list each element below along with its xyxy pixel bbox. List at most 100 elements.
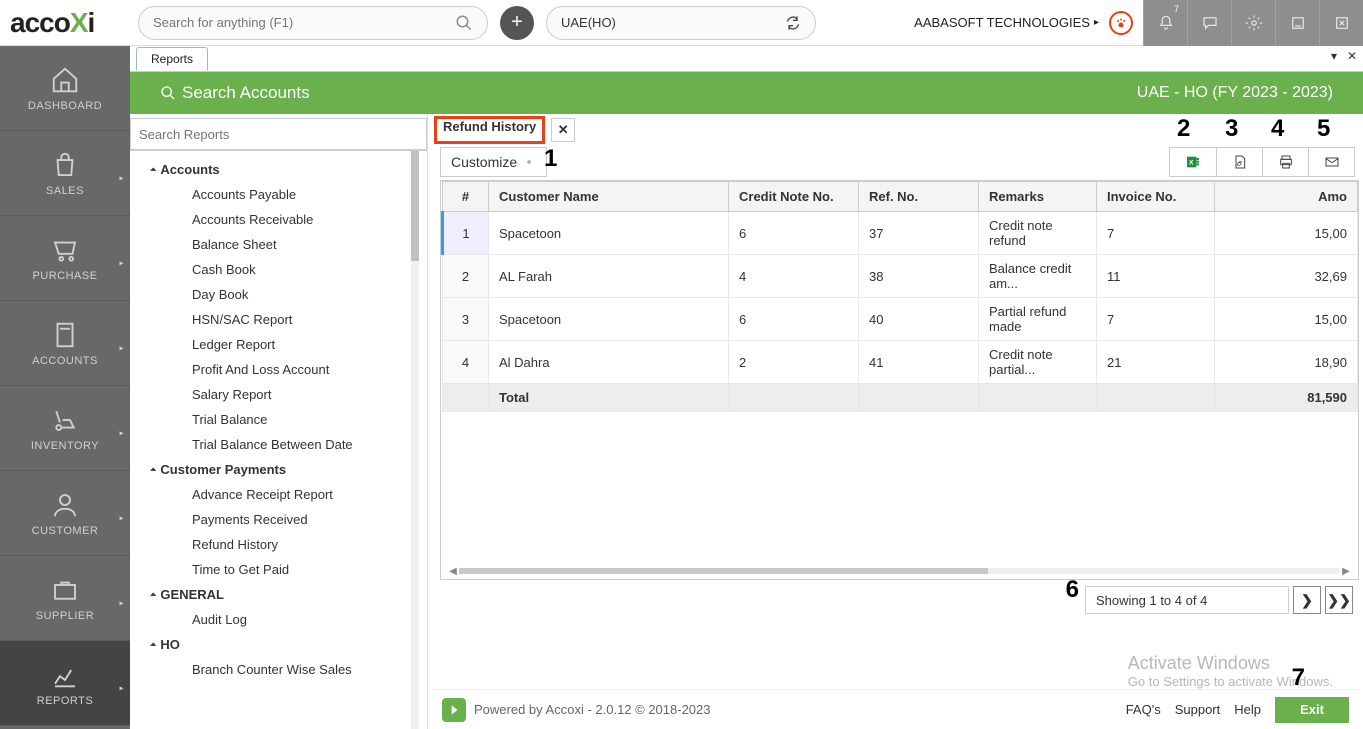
report-search[interactable] xyxy=(130,118,427,150)
tree-leaf[interactable]: Payments Received xyxy=(136,507,415,532)
faq-link[interactable]: FAQ's xyxy=(1126,702,1161,717)
dolly-icon xyxy=(50,405,80,435)
chevron-right-icon: ▸ xyxy=(119,684,124,693)
sidebar-item-customer[interactable]: CUSTOMER▸ xyxy=(0,471,130,556)
pager-last[interactable]: ❯❯ xyxy=(1325,586,1353,614)
tree-leaf[interactable]: Ledger Report xyxy=(136,332,415,357)
tree-leaf[interactable]: HSN/SAC Report xyxy=(136,307,415,332)
col-creditnote[interactable]: Credit Note No. xyxy=(729,182,859,212)
tree-leaf[interactable]: Audit Log xyxy=(136,607,415,632)
tab-menu-caret[interactable]: ▾ xyxy=(1327,49,1341,63)
home-icon xyxy=(50,65,80,95)
sidebar-item-sales[interactable]: SALES▸ xyxy=(0,131,130,216)
report-search-input[interactable] xyxy=(139,127,418,142)
tree-leaf[interactable]: Accounts Receivable xyxy=(136,207,415,232)
chevron-right-icon: ▸ xyxy=(119,429,124,438)
tree-group-ho[interactable]: HO xyxy=(136,632,415,657)
col-remarks[interactable]: Remarks xyxy=(979,182,1097,212)
add-button[interactable]: + xyxy=(500,6,534,40)
scrollbar-thumb[interactable] xyxy=(411,151,419,261)
gear-icon xyxy=(1245,14,1263,32)
support-link[interactable]: Support xyxy=(1175,702,1221,717)
sidebar-item-reports[interactable]: REPORTS▸ xyxy=(0,641,130,726)
chat-button[interactable] xyxy=(1187,0,1231,46)
sidebar-item-purchase[interactable]: PURCHASE▸ xyxy=(0,216,130,301)
tree-group-accounts[interactable]: Accounts xyxy=(136,157,415,182)
table-row[interactable]: 4Al Dahra241Credit note partial...2118,9… xyxy=(443,341,1358,384)
col-customer[interactable]: Customer Name xyxy=(489,182,729,212)
report-tab-refund-history[interactable]: Refund History xyxy=(434,116,545,144)
fiscal-year-label: UAE - HO (FY 2023 - 2023) xyxy=(1137,84,1333,102)
tree-leaf[interactable]: Trial Balance Between Date xyxy=(136,432,415,457)
main-sidebar: DASHBOARD SALES▸ PURCHASE▸ ACCOUNTS▸ INV… xyxy=(0,46,130,729)
tree-leaf[interactable]: Accounts Payable xyxy=(136,182,415,207)
gear-icon xyxy=(522,155,536,169)
col-refno[interactable]: Ref. No. xyxy=(859,182,979,212)
minimize-button[interactable] xyxy=(1275,0,1319,46)
export-pdf-button[interactable] xyxy=(1216,148,1262,176)
export-excel-button[interactable]: X xyxy=(1170,148,1216,176)
tree-group-general[interactable]: GENERAL xyxy=(136,582,415,607)
col-amount[interactable]: Amo xyxy=(1215,182,1358,212)
branch-label: UAE(HO) xyxy=(561,15,616,30)
brand-avatar[interactable] xyxy=(1109,11,1133,35)
sidebar-item-inventory[interactable]: INVENTORY▸ xyxy=(0,386,130,471)
report-tab-close[interactable]: ✕ xyxy=(551,118,575,142)
customize-button[interactable]: Customize xyxy=(440,147,547,177)
email-button[interactable] xyxy=(1308,148,1354,176)
exit-button[interactable]: Exit xyxy=(1275,697,1349,723)
company-selector[interactable]: AABASOFT TECHNOLOGIES▸ xyxy=(914,15,1099,30)
global-search-input[interactable] xyxy=(153,15,455,30)
sidebar-item-supplier[interactable]: SUPPLIER▸ xyxy=(0,556,130,641)
notification-count: 7 xyxy=(1174,4,1179,14)
app-logo: accoXi xyxy=(0,7,130,39)
tree-leaf[interactable]: Balance Sheet xyxy=(136,232,415,257)
briefcase-icon xyxy=(50,575,80,605)
sidebar-item-accounts[interactable]: ACCOUNTS▸ xyxy=(0,301,130,386)
branch-selector[interactable]: UAE(HO) xyxy=(546,6,816,40)
pager-next[interactable]: ❯ xyxy=(1293,586,1321,614)
tab-reports[interactable]: Reports xyxy=(136,47,208,71)
minimize-icon xyxy=(1289,14,1307,32)
tree-leaf[interactable]: Cash Book xyxy=(136,257,415,282)
col-idx[interactable]: # xyxy=(443,182,489,212)
sync-icon xyxy=(785,15,801,31)
table-row[interactable]: 2AL Farah438Balance credit am...1132,69 xyxy=(443,255,1358,298)
tree-leaf[interactable]: Day Book xyxy=(136,282,415,307)
calculator-icon xyxy=(50,320,80,350)
mail-icon xyxy=(1324,154,1340,170)
settings-button[interactable] xyxy=(1231,0,1275,46)
tree-scrollbar[interactable] xyxy=(411,151,419,729)
search-icon xyxy=(160,85,176,101)
tree-leaf[interactable]: Branch Counter Wise Sales xyxy=(136,657,415,682)
close-window-button[interactable] xyxy=(1319,0,1363,46)
horizontal-scrollbar[interactable]: ◀ ▶ xyxy=(447,564,1352,578)
print-button[interactable] xyxy=(1262,148,1308,176)
scroll-right-icon[interactable]: ▶ xyxy=(1340,566,1352,577)
help-link[interactable]: Help xyxy=(1234,702,1261,717)
global-search[interactable] xyxy=(138,6,488,40)
tree-leaf[interactable]: Advance Receipt Report xyxy=(136,482,415,507)
tree-leaf[interactable]: Salary Report xyxy=(136,382,415,407)
tree-leaf[interactable]: Time to Get Paid xyxy=(136,557,415,582)
tree-leaf[interactable]: Profit And Loss Account xyxy=(136,357,415,382)
pdf-icon xyxy=(1232,154,1248,170)
tree-group-customer-payments[interactable]: Customer Payments xyxy=(136,457,415,482)
scrollbar-thumb[interactable] xyxy=(459,568,988,574)
table-total-row: Total81,590 xyxy=(443,384,1358,412)
scroll-left-icon[interactable]: ◀ xyxy=(447,566,459,577)
excel-icon: X xyxy=(1185,154,1201,170)
tree-leaf[interactable]: Refund History xyxy=(136,532,415,557)
powered-by-label: Powered by Accoxi - 2.0.12 © 2018-2023 xyxy=(474,702,711,717)
user-icon xyxy=(50,490,80,520)
col-invoice[interactable]: Invoice No. xyxy=(1097,182,1215,212)
tree-leaf[interactable]: Trial Balance xyxy=(136,407,415,432)
table-row[interactable]: 1Spacetoon637Credit note refund715,00 xyxy=(443,212,1358,255)
print-icon xyxy=(1278,154,1294,170)
tab-close-all[interactable]: ✕ xyxy=(1345,49,1359,63)
notifications-button[interactable]: 7 xyxy=(1143,0,1187,46)
search-accounts-button[interactable]: Search Accounts xyxy=(160,83,310,103)
table-row[interactable]: 3Spacetoon640Partial refund made715,00 xyxy=(443,298,1358,341)
svg-text:X: X xyxy=(1189,160,1194,167)
sidebar-item-dashboard[interactable]: DASHBOARD xyxy=(0,46,130,131)
